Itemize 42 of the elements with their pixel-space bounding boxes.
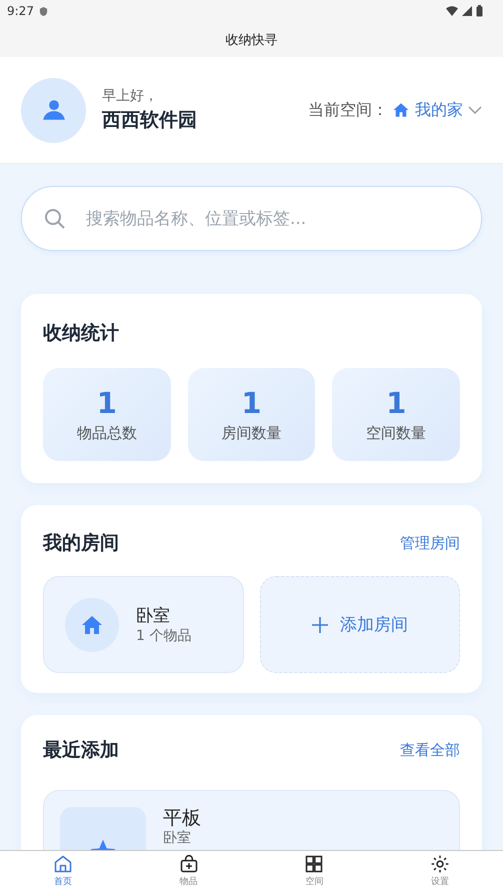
signal-icon [462,6,472,16]
nav-tab[interactable]: 首页 [0,851,126,894]
app-title: 收纳快寻 [226,32,278,48]
shield-icon [38,6,48,16]
room-count: 1 个物品 [136,627,192,645]
stat-label: 空间数量 [366,424,426,443]
wifi-icon [446,6,458,16]
stat-value: 1 [96,386,117,420]
search-icon [44,208,66,230]
search-field[interactable]: 搜索物品名称、位置或标签... [21,186,482,251]
search-input[interactable]: 搜索物品名称、位置或标签... [84,208,459,230]
room-name: 卧室 [136,605,171,627]
nav-tab[interactable]: 空间 [252,851,378,894]
card-title: 最近添加 [43,738,119,763]
greeting-text: 早上好， [102,87,159,105]
card-title: 收纳统计 [43,321,119,346]
room-card[interactable]: 卧室 1 个物品 [43,576,244,673]
chevron-down-icon [468,106,482,114]
status-time: 9:27 [7,4,34,18]
stat-label: 物品总数 [76,424,137,443]
item-card[interactable]: 平板 卧室 [43,790,460,851]
nav-tab[interactable]: 物品 [126,851,252,894]
home-icon [52,854,73,874]
space-label: 当前空间： [308,100,388,120]
battery-icon [476,5,483,17]
view-all-link[interactable]: 查看全部 [400,740,460,760]
stat-value: 1 [241,386,262,420]
card-title: 我的房间 [43,531,119,556]
space-selector[interactable]: 我的家 [392,100,482,120]
item-room: 卧室 [163,830,192,847]
nav-tab[interactable]: 设置 [377,851,503,894]
grid-icon [304,854,324,874]
manage-rooms-link[interactable]: 管理房间 [400,534,460,552]
item-name: 平板 [163,807,201,830]
plus-icon [312,616,328,632]
gear-icon [430,854,450,874]
bag-plus-icon [178,854,199,874]
stat-label: 房间数量 [221,424,282,443]
user-name: 西西软件园 [102,108,198,133]
stat-value: 1 [386,386,406,420]
add-room-button[interactable]: 添加房间 [260,576,460,673]
house-icon [392,101,410,119]
